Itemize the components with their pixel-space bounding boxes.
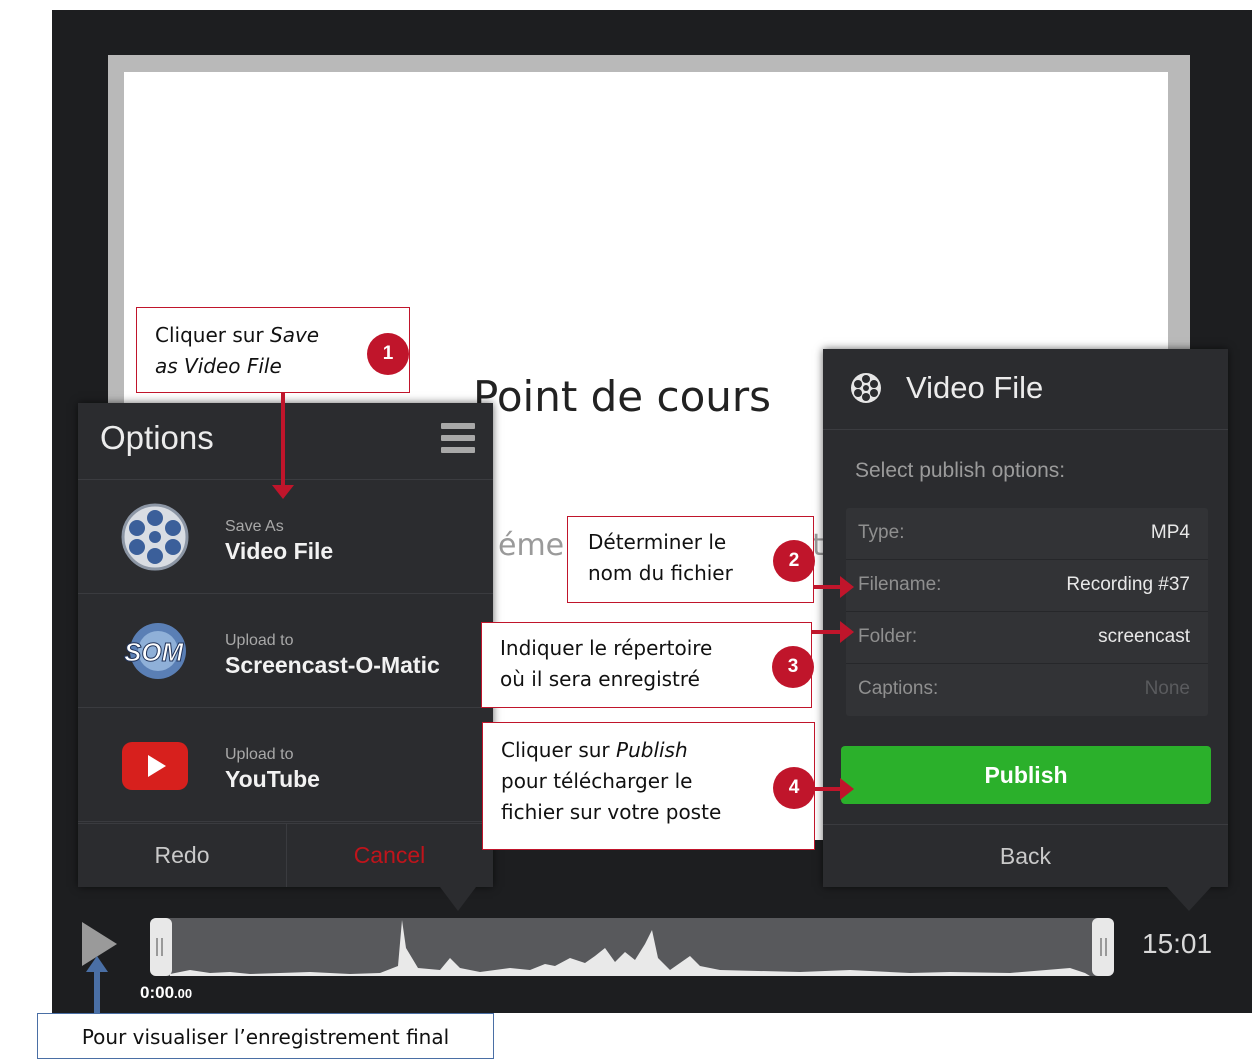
publish-options-label: Select publish options: bbox=[855, 459, 1066, 482]
option-value: MP4 bbox=[1150, 522, 1190, 543]
current-time: 0:00.00 bbox=[140, 983, 192, 1003]
slide-title: Point de cours bbox=[473, 372, 772, 421]
options-panel: Options Save As Video File SOM Upload to… bbox=[78, 403, 493, 887]
options-header: Options bbox=[78, 403, 493, 480]
redo-button[interactable]: Redo bbox=[78, 824, 287, 887]
annotation-4-arrow bbox=[815, 787, 842, 791]
play-hint-callout: Pour visualiser l’enregistrement final bbox=[37, 1013, 494, 1059]
youtube-icon bbox=[120, 730, 190, 800]
video-file-header: Video File bbox=[823, 349, 1228, 430]
annotation-4-line3: fichier sur votre poste bbox=[501, 800, 722, 824]
options-panel-pointer bbox=[440, 887, 476, 911]
current-time-fraction: .00 bbox=[174, 986, 193, 1001]
option-save-big-label: Video File bbox=[225, 538, 334, 564]
publish-options-table: Type: MP4 Filename: Recording #37 Folder… bbox=[846, 508, 1208, 716]
annotation-4-arrowhead bbox=[840, 778, 854, 800]
menu-icon[interactable] bbox=[441, 423, 475, 453]
annotation-3-line2: où il sera enregistré bbox=[500, 667, 700, 691]
step-badge-3: 3 bbox=[772, 646, 814, 688]
option-label: Folder: bbox=[858, 626, 918, 647]
option-row-captions[interactable]: Captions: None bbox=[846, 664, 1208, 715]
option-row-type[interactable]: Type: MP4 bbox=[846, 508, 1208, 560]
annotation-3-arrowhead bbox=[840, 621, 854, 643]
publish-button[interactable]: Publish bbox=[841, 746, 1211, 804]
options-title: Options bbox=[100, 419, 214, 456]
option-youtube-big-label: YouTube bbox=[225, 766, 320, 792]
annotation-2-arrow bbox=[814, 585, 842, 589]
video-file-panel: Video File Select publish options: Type:… bbox=[823, 349, 1228, 887]
options-footer: Redo Cancel bbox=[78, 823, 493, 887]
audio-waveform bbox=[170, 920, 1090, 976]
annotation-3: Indiquer le répertoire où il sera enregi… bbox=[481, 622, 812, 708]
option-som-small-label: Upload to bbox=[225, 632, 294, 649]
som-logo-icon: SOM bbox=[120, 616, 190, 686]
option-value: None bbox=[1144, 678, 1190, 699]
play-hint-arrow bbox=[94, 970, 100, 1013]
film-reel-icon bbox=[120, 502, 190, 572]
back-button[interactable]: Back bbox=[823, 824, 1228, 887]
option-save-small-label: Save As bbox=[225, 518, 284, 535]
total-duration: 15:01 bbox=[1142, 928, 1213, 959]
option-label: Filename: bbox=[858, 574, 942, 595]
step-badge-1: 1 bbox=[367, 333, 409, 375]
svg-text:SOM: SOM bbox=[124, 637, 185, 667]
video-file-panel-pointer bbox=[1167, 887, 1211, 911]
cancel-button[interactable]: Cancel bbox=[286, 824, 493, 887]
annotation-4: Cliquer sur Publish pour télécharger le … bbox=[482, 722, 815, 850]
annotation-4-line1: Cliquer sur Publish bbox=[501, 738, 688, 762]
option-label: Type: bbox=[858, 522, 905, 543]
option-row-filename[interactable]: Filename: Recording #37 bbox=[846, 560, 1208, 612]
trim-start-handle[interactable] bbox=[150, 918, 172, 976]
timeline-track[interactable] bbox=[150, 918, 1114, 976]
slide-subtitle-left: éme bbox=[498, 528, 565, 563]
annotation-1-arrowhead bbox=[272, 485, 294, 499]
option-som-big-label: Screencast-O-Matic bbox=[225, 652, 440, 678]
annotation-3-line1: Indiquer le répertoire bbox=[500, 636, 713, 660]
option-value: screencast bbox=[1098, 626, 1190, 647]
option-upload-youtube[interactable]: Upload to YouTube bbox=[78, 708, 493, 822]
film-reel-icon bbox=[849, 371, 883, 405]
video-file-title: Video File bbox=[906, 370, 1044, 405]
option-value: Recording #37 bbox=[1066, 574, 1190, 595]
current-time-main: 0:00 bbox=[140, 983, 175, 1002]
step-badge-4: 4 bbox=[773, 767, 815, 809]
option-row-folder[interactable]: Folder: screencast bbox=[846, 612, 1208, 664]
annotation-2-arrowhead bbox=[840, 576, 854, 598]
annotation-3-arrow bbox=[812, 630, 842, 634]
trim-end-handle[interactable] bbox=[1092, 918, 1114, 976]
step-badge-2: 2 bbox=[773, 540, 815, 582]
option-youtube-small-label: Upload to bbox=[225, 746, 294, 763]
annotation-1-arrow bbox=[281, 393, 285, 485]
option-upload-screencast-o-matic[interactable]: SOM Upload to Screencast-O-Matic bbox=[78, 594, 493, 708]
option-label: Captions: bbox=[858, 678, 939, 699]
annotation-4-line2: pour télécharger le bbox=[501, 769, 693, 793]
